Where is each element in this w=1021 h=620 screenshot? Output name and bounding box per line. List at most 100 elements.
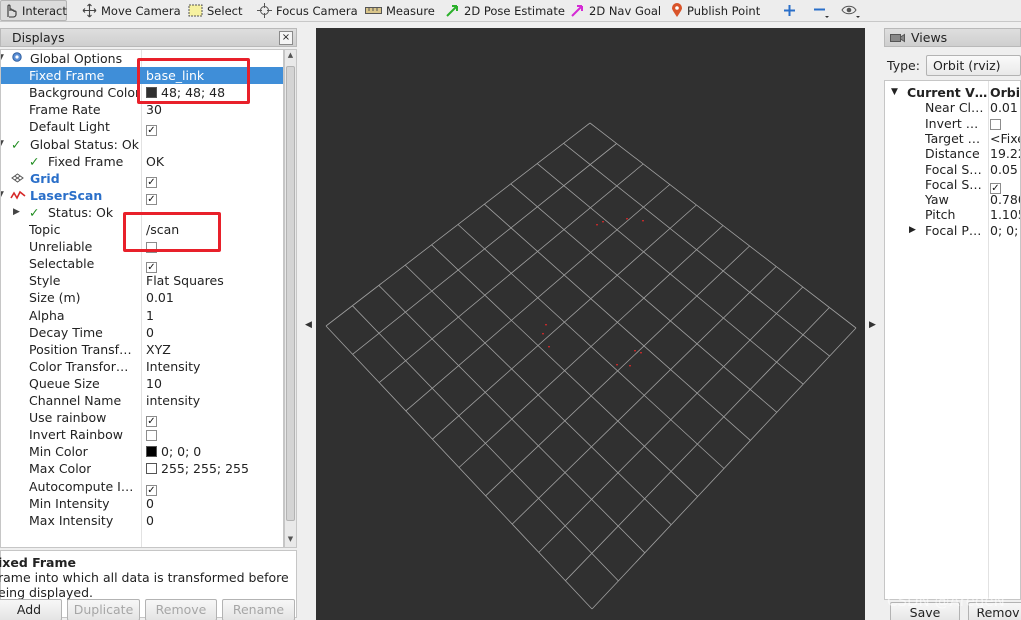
color-swatch — [146, 463, 157, 475]
collapse-right-arrow-icon[interactable]: ▶ — [869, 320, 876, 330]
render-viewport[interactable] — [316, 28, 865, 620]
checkbox[interactable] — [146, 430, 157, 442]
checkbox[interactable] — [990, 118, 1001, 130]
view-row-near-clip[interactable]: Near Cl… 0.01 — [885, 100, 1020, 115]
row-value[interactable]: 0.01 — [990, 100, 1018, 115]
tree-row-min-intensity[interactable]: Min Intensity 0 — [1, 495, 283, 512]
view-row-focal-point[interactable]: ▶ Focal P… 0; 0; 0 — [885, 223, 1020, 238]
tree-row-size[interactable]: Size (m) 0.01 — [1, 289, 283, 306]
add-display-button[interactable]: Add — [0, 599, 62, 620]
focus-camera-tool-button[interactable]: Focus Camera — [254, 0, 361, 21]
tree-row-default-light[interactable]: Default Light ✓ — [1, 118, 283, 137]
grid-line — [485, 245, 750, 497]
collapse-left-arrow-icon[interactable]: ◀ — [305, 320, 312, 330]
tree-row-alpha[interactable]: Alpha 1 — [1, 307, 283, 324]
tree-row-autocompute-intensity[interactable]: Autocompute I… ✓ — [1, 478, 283, 496]
scroll-down-icon[interactable]: ▼ — [286, 535, 295, 543]
close-panel-button[interactable]: × — [279, 31, 293, 45]
view-row-focal-shape-size[interactable]: Focal S… 0.05 — [885, 162, 1020, 177]
remove-tool-button[interactable] — [810, 0, 832, 21]
row-value[interactable]: 0.780 — [990, 192, 1020, 207]
invert-checkbox[interactable] — [990, 116, 1001, 131]
row-label: Min Color — [29, 444, 88, 460]
scrollbar-thumb[interactable] — [286, 66, 295, 521]
view-options-button[interactable] — [838, 0, 864, 21]
max-color-value[interactable]: 255; 255; 255 — [146, 460, 249, 477]
scroll-up-icon[interactable]: ▲ — [286, 51, 295, 59]
row-value[interactable]: 19.22 — [990, 146, 1020, 161]
max-intensity-value[interactable]: 0 — [146, 512, 154, 529]
alpha-value[interactable]: 1 — [146, 307, 154, 324]
ruler-icon — [365, 7, 382, 14]
duplicate-display-button[interactable]: Duplicate — [67, 599, 140, 620]
row-label: Max Intensity — [29, 512, 114, 528]
invert-rainbow-checkbox[interactable] — [146, 426, 157, 443]
scan-point — [616, 364, 618, 366]
min-intensity-value[interactable]: 0 — [146, 495, 154, 512]
size-value[interactable]: 0.01 — [146, 289, 174, 306]
default-light-checkbox[interactable]: ✓ — [146, 118, 157, 137]
view-properties-tree[interactable]: ▼ Current V… Orbit Near Cl… 0.01 Invert … — [884, 80, 1021, 600]
row-label: Channel Name — [29, 393, 122, 408]
color-transformer-value[interactable]: Intensity — [146, 358, 200, 375]
row-label: Invert … — [925, 115, 979, 131]
tree-row-grid[interactable]: Grid ✓ — [1, 170, 283, 188]
color-swatch — [146, 446, 157, 458]
grid-enabled-checkbox[interactable]: ✓ — [146, 170, 157, 188]
focal-shape-checkbox[interactable]: ✓ — [990, 177, 1001, 194]
row-label: Distance — [925, 146, 980, 162]
position-transformer-value[interactable]: XYZ — [146, 341, 171, 358]
displays-tree[interactable]: ▼ Global Options Fixed Frame base_link B… — [0, 49, 284, 548]
tree-row-selectable[interactable]: Selectable ✓ — [1, 255, 283, 274]
style-value[interactable]: Flat Squares — [146, 272, 224, 289]
current-view-row[interactable]: ▼ Current V… Orbit — [885, 85, 1020, 100]
tree-row-invert-rainbow[interactable]: Invert Rainbow — [1, 426, 283, 443]
view-row-focal-shape-fixed[interactable]: Focal S… ✓ — [885, 177, 1020, 194]
autocompute-checkbox[interactable]: ✓ — [146, 478, 157, 496]
tree-row-channel-name[interactable]: Channel Name intensity — [1, 392, 283, 409]
min-color-value[interactable]: 0; 0; 0 — [146, 443, 201, 460]
view-row-invert[interactable]: Invert … — [885, 115, 1020, 131]
tree-row-use-rainbow[interactable]: Use rainbow ✓ — [1, 409, 283, 428]
select-tool-button[interactable]: Select — [185, 0, 245, 21]
nav-goal-tool-button[interactable]: 2D Nav Goal — [567, 0, 664, 21]
view-type-select[interactable]: Orbit (rviz) — [925, 55, 1021, 76]
tree-row-global-status[interactable]: ▼ ✓ Global Status: Ok — [1, 136, 283, 153]
tree-row-position-transformer[interactable]: Position Transf… XYZ — [1, 341, 283, 358]
scan-point — [602, 221, 604, 223]
tree-row-max-intensity[interactable]: Max Intensity 0 — [1, 512, 283, 529]
laserscan-enabled-checkbox[interactable]: ✓ — [146, 187, 157, 205]
row-value[interactable]: <Fixe — [990, 131, 1020, 146]
view-row-pitch[interactable]: Pitch 1.105 — [885, 207, 1020, 222]
publish-point-tool-button[interactable]: Publish Point — [668, 0, 763, 21]
queue-size-value[interactable]: 10 — [146, 375, 162, 392]
selectable-checkbox[interactable]: ✓ — [146, 255, 157, 274]
pose-estimate-tool-button[interactable]: 2D Pose Estimate — [442, 0, 568, 21]
row-value[interactable]: 0.05 — [990, 162, 1018, 177]
tree-row-decay-time[interactable]: Decay Time 0 — [1, 324, 283, 341]
tree-row-queue-size[interactable]: Queue Size 10 — [1, 375, 283, 392]
add-tool-button[interactable] — [780, 0, 799, 21]
view-row-target-frame[interactable]: Target … <Fixe — [885, 131, 1020, 146]
select-box-icon — [188, 4, 203, 17]
channel-name-value[interactable]: intensity — [146, 392, 200, 409]
row-value[interactable]: 1.105 — [990, 207, 1020, 222]
tree-row-max-color[interactable]: Max Color 255; 255; 255 — [1, 460, 283, 477]
move-camera-label: Move Camera — [101, 3, 181, 18]
decay-time-value[interactable]: 0 — [146, 324, 154, 341]
measure-tool-button[interactable]: Measure — [362, 0, 438, 21]
move-camera-tool-button[interactable]: Move Camera — [79, 0, 184, 21]
displays-scrollbar[interactable]: ▲ ▼ — [284, 49, 297, 548]
tree-row-fixed-frame-status[interactable]: ✓ Fixed Frame OK — [1, 153, 283, 170]
view-row-distance[interactable]: Distance 19.22 — [885, 146, 1020, 162]
interact-tool-button[interactable]: Interact — [0, 0, 67, 21]
row-value[interactable]: 0; 0; 0 — [990, 223, 1020, 238]
use-rainbow-checkbox[interactable]: ✓ — [146, 409, 157, 428]
tree-row-laserscan[interactable]: ▼ LaserScan ✓ — [1, 187, 283, 205]
tree-row-color-transformer[interactable]: Color Transfor… Intensity — [1, 358, 283, 375]
rename-display-button[interactable]: Rename — [222, 599, 295, 620]
tree-row-style[interactable]: Style Flat Squares — [1, 272, 283, 289]
tree-row-min-color[interactable]: Min Color 0; 0; 0 — [1, 443, 283, 460]
view-row-yaw[interactable]: Yaw 0.780 — [885, 192, 1020, 207]
remove-display-button[interactable]: Remove — [145, 599, 217, 620]
